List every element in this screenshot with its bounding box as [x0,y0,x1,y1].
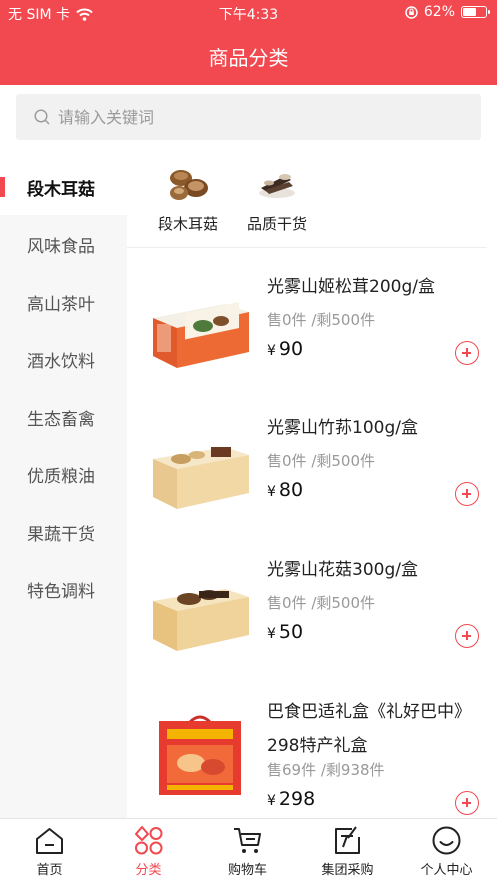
price-value: 80 [278,479,304,501]
product-item[interactable]: 巴食巴适礼盒《礼好巴中》298特产礼盒 售69件 /剩938件 ¥298 [127,693,487,833]
sidebar-item-tese-tiaoliao[interactable]: 特色调料 [0,560,127,617]
category-icon [135,826,163,855]
sidebar-item-duanmu-erqu[interactable]: 段木耳菇 [0,158,127,215]
subcategory-row: 段木耳菇 品质干货 [127,158,487,248]
profile-icon [432,826,461,855]
product-name: 光雾山姬松茸200g/盒 [267,277,435,297]
sidebar-item-gaoshan-chaye[interactable]: 高山茶叶 [0,273,127,330]
active-indicator [0,177,5,197]
price-value: 90 [278,338,304,360]
sidebar-item-shengtai-xuqin[interactable]: 生态畜禽 [0,388,127,445]
sidebar-item-jiushui-yinliao[interactable]: 酒水饮料 [0,330,127,387]
price-value: 298 [278,788,316,810]
battery-icon [461,6,490,18]
product-name: 光雾山花菇300g/盒 [267,560,418,580]
subcategory-label: 段木耳菇 [157,215,218,233]
search-bar [0,85,497,147]
product-price: ¥298 [267,788,315,810]
currency-symbol: ¥ [267,343,276,359]
product-stock: 售0件 /剩500件 [267,592,375,613]
group-purchase-icon [335,826,360,854]
page-title: 商品分类 [208,46,289,70]
currency-symbol: ¥ [267,626,276,642]
sidebar-item-fengwei-shipin[interactable]: 风味食品 [0,215,127,272]
product-sold-count: 售0件 [267,452,307,470]
home-icon [36,828,63,854]
tab-label: 购物车 [227,863,267,878]
product-image [159,715,241,795]
app-header: 无 SIM 卡 下午4:33 62% 商品分类 [0,0,497,85]
search-icon [34,109,50,125]
product-remaining: /剩500件 [311,452,376,470]
sidebar-item-label: 高山茶叶 [27,295,95,315]
sidebar-item-youzhi-liangyou[interactable]: 优质粮油 [0,445,127,502]
add-to-cart-button[interactable] [455,341,479,365]
product-item[interactable]: 光雾山姬松茸200g/盒 售0件 /剩500件 ¥90 [127,268,487,408]
sidebar-item-label: 果蔬干货 [27,525,95,545]
product-sold-count: 售0件 [267,594,307,612]
product-image [153,302,249,368]
search-input[interactable] [58,94,468,140]
product-remaining: /剩938件 [320,761,385,779]
product-stock: 售0件 /剩500件 [267,450,375,471]
currency-symbol: ¥ [267,484,276,500]
tab-label: 集团采购 [321,863,374,878]
add-to-cart-button[interactable] [455,791,479,815]
product-price: ¥90 [267,338,303,360]
sidebar-item-label: 酒水饮料 [27,352,95,372]
category-sidebar: 段木耳菇 风味食品 高山茶叶 酒水饮料 生态畜禽 优质粮油 果蔬干货 特色调料 [0,158,127,818]
product-stock: 售0件 /剩500件 [267,309,375,330]
status-right: 62% [405,4,490,20]
product-price: ¥50 [267,621,303,643]
status-bar: 无 SIM 卡 下午4:33 62% [0,0,497,26]
sidebar-item-label: 风味食品 [27,237,95,257]
product-image [153,447,249,509]
battery-percent: 62% [423,4,455,20]
product-remaining: /剩500件 [311,594,376,612]
add-to-cart-button[interactable] [455,482,479,506]
search-box[interactable] [16,94,481,140]
tab-label: 个人中心 [420,863,473,878]
subcategory-label: 品质干货 [246,215,307,233]
cart-icon [234,828,261,853]
sidebar-item-guoshu-ganhuo[interactable]: 果蔬干货 [0,503,127,560]
subcategory-duanmu-erqu[interactable]: 段木耳菇 [140,158,236,243]
sidebar-item-label: 段木耳菇 [27,180,95,200]
product-sold-count: 售0件 [267,311,307,329]
tab-cart[interactable]: 购物车 [198,819,297,883]
product-remaining: /剩500件 [311,311,376,329]
product-image [153,589,249,651]
product-stock: 售69件 /剩938件 [267,759,385,780]
currency-symbol: ¥ [267,793,276,809]
tab-group-purchase[interactable]: 集团采购 [298,819,397,883]
tab-category[interactable]: 分类 [99,819,198,883]
subcategory-pinzhi-ganhuo[interactable]: 品质干货 [229,158,325,243]
sidebar-item-label: 特色调料 [27,582,95,602]
tab-label: 首页 [36,863,63,878]
product-sold-count: 售69件 [267,761,317,779]
sidebar-item-label: 优质粮油 [27,467,95,487]
product-item[interactable]: 光雾山竹荪100g/盒 售0件 /剩500件 ¥80 [127,409,487,549]
tab-label: 分类 [135,863,162,878]
product-item[interactable]: 光雾山花菇300g/盒 售0件 /剩500件 ¥50 [127,551,487,691]
add-to-cart-button[interactable] [455,624,479,648]
price-value: 50 [278,621,304,643]
tab-home[interactable]: 首页 [0,819,99,883]
dried-goods-icon [259,174,295,198]
product-name: 光雾山竹荪100g/盒 [267,418,418,438]
category-screen: 无 SIM 卡 下午4:33 62% 商品分类 请输入关键词 段木耳菇 风味食品… [0,0,497,883]
sidebar-item-label: 生态畜禽 [27,410,95,430]
battery-level [463,8,477,16]
orientation-lock-icon [405,5,418,19]
mushroom-icon [170,170,208,200]
product-price: ¥80 [267,479,303,501]
tab-profile[interactable]: 个人中心 [397,819,496,883]
bottom-tab-bar: 首页 分类 购物车 集团采购 个人中心 [0,818,497,883]
product-name: 巴食巴适礼盒《礼好巴中》298特产礼盒 [267,702,463,756]
